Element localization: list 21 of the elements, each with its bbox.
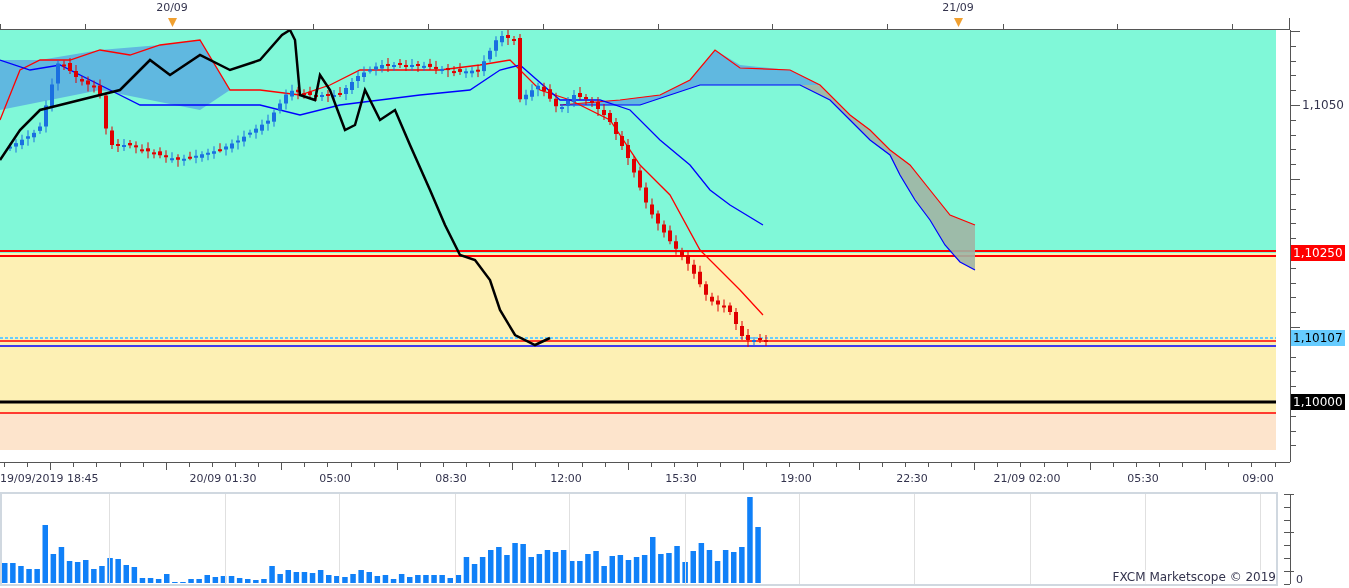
time-axis-label: 08:30 (435, 471, 467, 487)
time-axis-label: 05:30 (1127, 471, 1159, 487)
volume-axis-label: 0 (1296, 571, 1303, 588)
time-axis-label: 12:00 (550, 471, 582, 487)
time-axis-label: 20/09 01:30 (189, 471, 257, 487)
price-axis-label: 1,10000 (1291, 394, 1345, 410)
price-axis-label: 1,10107 (1291, 330, 1345, 346)
time-axis-label: 05:00 (319, 471, 351, 487)
date-marker-label: 20/09 (156, 0, 188, 15)
price-axis-label: 1,10250 (1291, 245, 1345, 261)
time-axis-label: 09:00 (1242, 471, 1274, 487)
time-axis-label: 19:00 (780, 471, 812, 487)
date-marker-label: 21/09 (942, 0, 974, 15)
time-axis-label: 19/09/2019 18:45 (0, 471, 99, 487)
price-axis-label: 1,1050 (1302, 97, 1344, 113)
chart-credit: FXCM Marketscope © 2019 (1112, 570, 1276, 584)
time-axis-label: 15:30 (665, 471, 697, 487)
triangle-marker-icon (953, 18, 963, 27)
triangle-marker-icon (167, 18, 177, 27)
time-axis-label: 22:30 (896, 471, 928, 487)
time-axis-label: 21/09 02:00 (993, 471, 1061, 487)
